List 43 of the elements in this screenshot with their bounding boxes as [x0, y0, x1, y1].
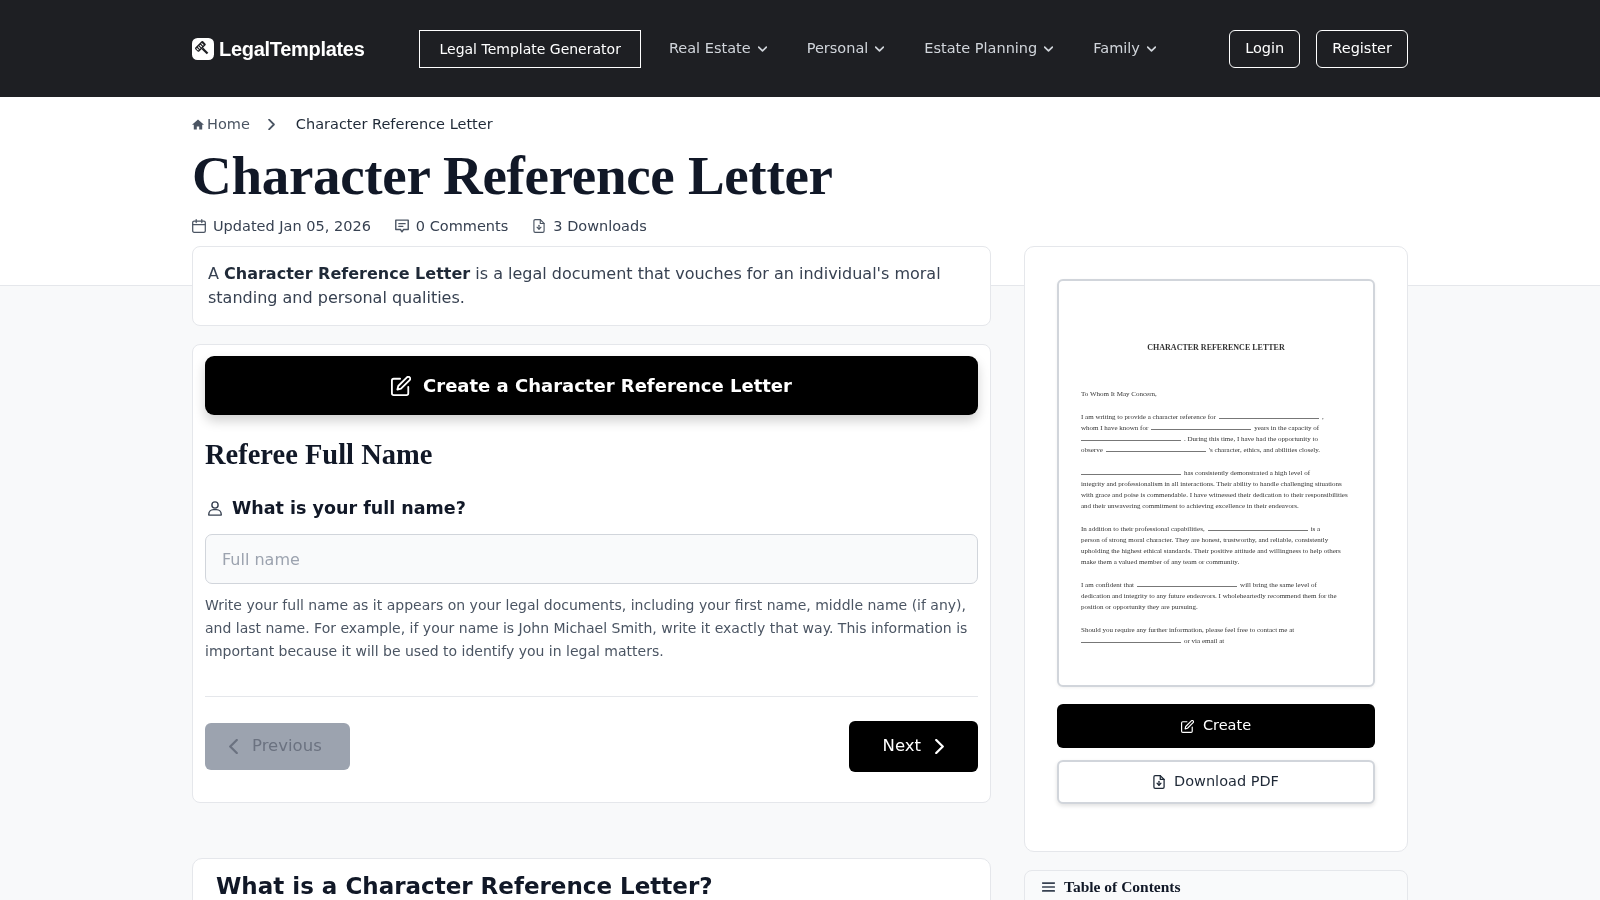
- meta-text: 0 Comments: [415, 217, 509, 236]
- file-download-icon: [1153, 775, 1166, 789]
- full-name-field[interactable]: Full name: [205, 534, 978, 584]
- chevron-down-icon: [1146, 45, 1156, 52]
- chevron-right-icon: [267, 118, 275, 130]
- summary-text: A Character Reference Letter is a legal document that vouches for an individual's moral standing and personal qualities.: [208, 263, 942, 309]
- page-title: Character Reference Letter: [192, 144, 834, 208]
- meta-text: 3 Downloads: [553, 217, 647, 236]
- login-button[interactable]: Login: [1229, 29, 1301, 68]
- comment-icon: [394, 219, 409, 233]
- help-text: Write your full name as it appears on your legal documents, including your first name, middle name (if any), and last name. For example, if your name is John Michael Smith, write it exactly that way. This information is important because it will be used to identify you in legal matters.: [205, 596, 969, 661]
- chevron-right-icon: [935, 739, 944, 754]
- nav-dropdown-link[interactable]: Estate Planning: [904, 37, 1074, 60]
- person-icon: [208, 500, 222, 516]
- edit-icon: [1180, 719, 1194, 733]
- chevron-down-icon: [875, 45, 885, 52]
- download-pdf-button[interactable]: Download PDF: [1057, 760, 1375, 804]
- register-button[interactable]: Register: [1316, 29, 1408, 68]
- section-heading: What is a Character Reference Letter?: [216, 874, 714, 898]
- nav-dropdown-link[interactable]: Real Estate: [648, 37, 787, 60]
- chevron-down-icon: [757, 45, 767, 52]
- nav-dropdown-link[interactable]: Family: [1073, 37, 1176, 60]
- section-heading: Referee Full Name: [205, 439, 434, 471]
- logo-icon: [192, 37, 214, 60]
- question-label: What is your full name?: [232, 497, 466, 520]
- file-download-icon: [532, 219, 547, 233]
- nav-link[interactable]: Legal Template Generator: [419, 29, 641, 68]
- create-button[interactable]: Create: [1057, 704, 1375, 748]
- list-icon: [1042, 882, 1055, 892]
- breadcrumb-current: Character Reference Letter: [295, 115, 493, 134]
- document-title: CHARACTER REFERENCE LETTER: [1146, 343, 1286, 353]
- meta-text: Updated Jan 05, 2026: [213, 217, 371, 236]
- calendar-icon: [192, 219, 206, 233]
- nav-dropdown-link[interactable]: Personal: [786, 37, 905, 60]
- breadcrumb-link[interactable]: Home: [192, 114, 250, 134]
- create-document-button[interactable]: Create a Character Reference Letter: [205, 356, 978, 415]
- logo-link[interactable]: LegalTemplates: [192, 33, 365, 64]
- next-button[interactable]: Next: [848, 721, 978, 772]
- home-icon: [192, 118, 204, 130]
- chevron-left-icon: [229, 739, 238, 754]
- chevron-down-icon: [1044, 45, 1054, 52]
- edit-icon: [391, 375, 412, 396]
- toc-title: Table of Contents: [1064, 878, 1181, 896]
